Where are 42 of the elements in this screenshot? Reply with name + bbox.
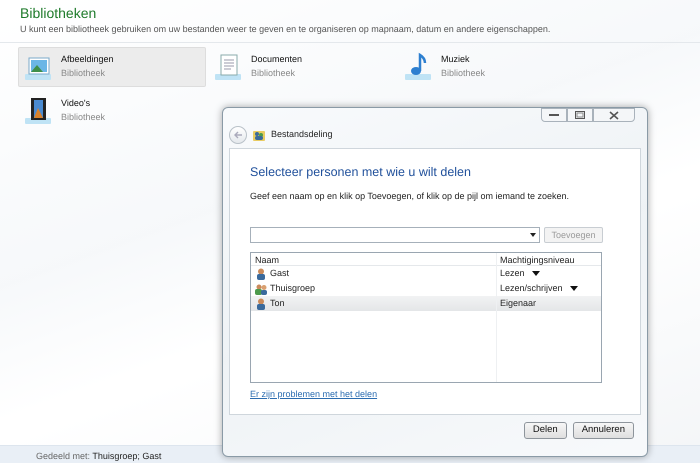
permission-cell[interactable]: Lezen [496, 266, 601, 282]
dropdown-arrow-icon[interactable] [530, 271, 541, 276]
user-name: Thuisgroep [270, 282, 316, 295]
name-cell[interactable]: Thuisgroep [251, 281, 496, 296]
status-label: Gedeeld met: [36, 451, 90, 461]
library-item[interactable]: Muziek Bibliotheek [398, 46, 586, 86]
permission-text: Eigenaar [500, 297, 536, 310]
close-icon [609, 110, 619, 120]
library-item[interactable]: Afbeeldingen Bibliotheek [18, 46, 206, 86]
dialog-title: Bestandsdeling [271, 128, 333, 142]
maximize-icon [575, 111, 585, 119]
user-name: Gast [270, 267, 290, 280]
dropdown-arrow-icon[interactable] [568, 286, 579, 292]
permission-cell[interactable]: Lezen/schrijven [496, 281, 601, 296]
dropdown-arrow-icon[interactable] [530, 233, 536, 238]
user-icon [255, 298, 267, 310]
sharing-problems-link[interactable]: Er zijn problemen met het delen [250, 388, 378, 402]
film-strip-icon [23, 96, 53, 126]
minimize-icon [549, 113, 559, 117]
share-button[interactable]: Delen [524, 422, 567, 439]
dialog-heading: Selecteer personen met wie u wilt delen [250, 164, 472, 181]
instruction-text: Geef een naam op en klik op Toevoegen, of klik op de pijl om iemand te zoeken. [250, 190, 570, 203]
maximize-button[interactable] [567, 108, 593, 122]
group-icon [255, 282, 267, 295]
permission-text: Lezen/schrijven [500, 282, 563, 295]
library-item[interactable]: Documenten Bibliotheek [208, 46, 396, 86]
close-button[interactable] [593, 108, 635, 122]
cancel-button[interactable]: Annuleren [572, 422, 634, 439]
document-library-icon [213, 52, 243, 82]
minimize-button[interactable] [541, 108, 567, 122]
permission-text: Lezen [500, 267, 525, 280]
user-name: Ton [270, 297, 285, 310]
library-item[interactable]: Video's Bibliotheek [18, 90, 206, 130]
back-arrow-icon [233, 131, 243, 139]
page-title: Bibliotheken [20, 5, 98, 21]
status-value: Thuisgroep; Gast [92, 451, 162, 461]
name-cell[interactable]: Gast [251, 266, 496, 282]
sharing-icon [253, 130, 265, 140]
user-icon [255, 268, 267, 280]
music-note-icon [403, 52, 433, 82]
name-cell[interactable]: Ton [251, 296, 496, 312]
page-description: U kunt een bibliotheek gebruiken om uw bestanden weer te geven en te organiseren op mapnaam, datum en andere eigenschappen. [20, 23, 552, 36]
